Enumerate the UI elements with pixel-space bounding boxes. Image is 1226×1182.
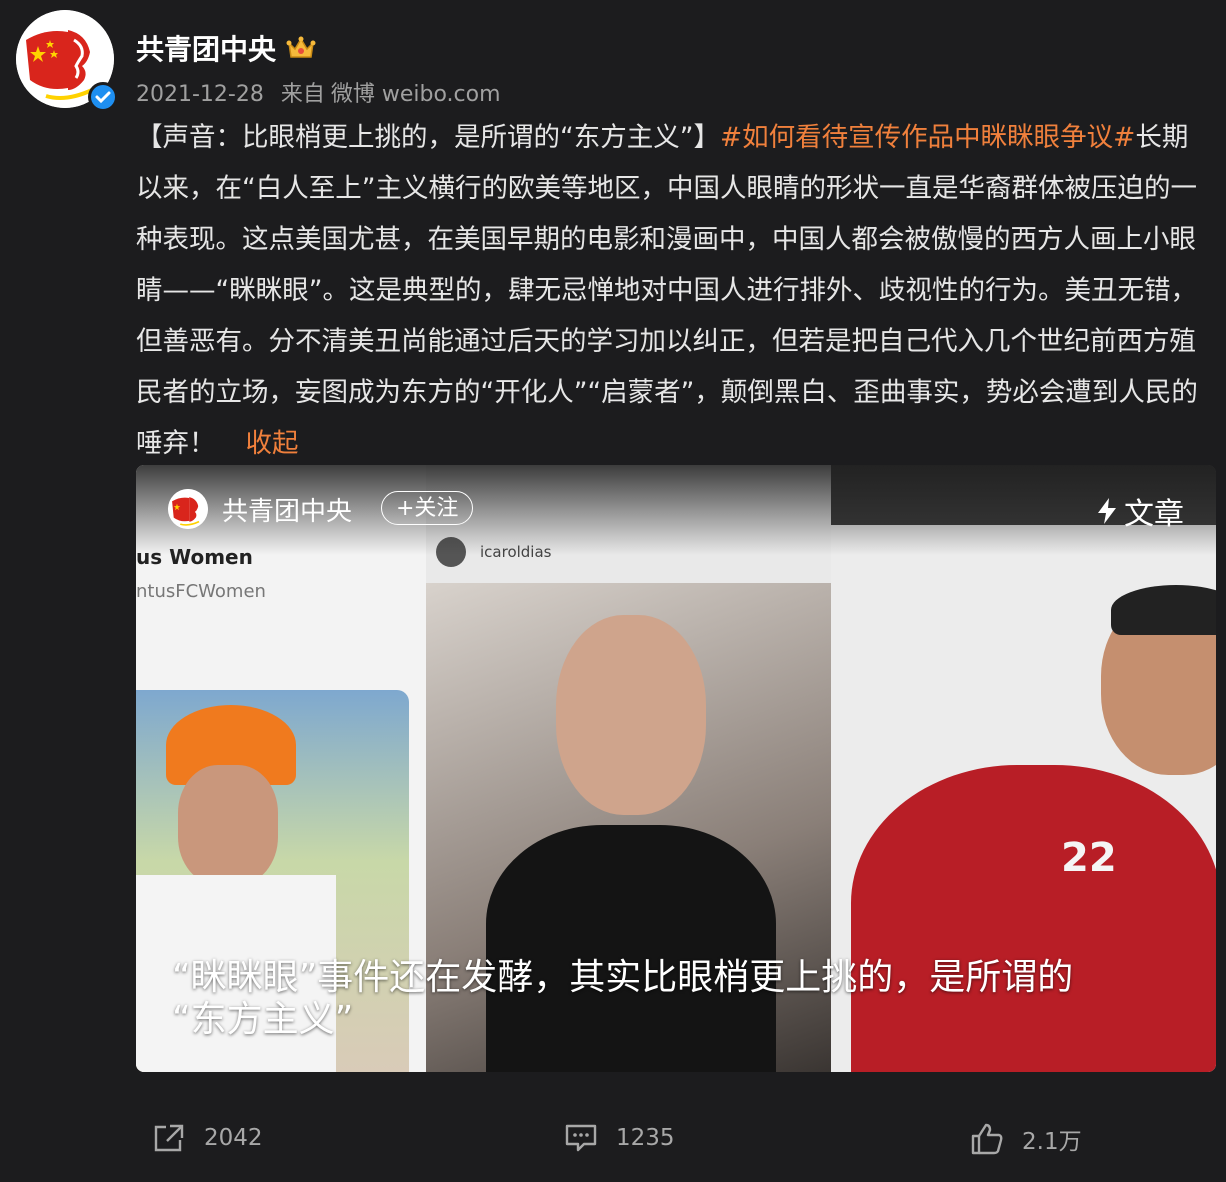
like-count: 2.1万 <box>1022 1129 1082 1155</box>
hashtag-link[interactable]: #如何看待宣传作品中眯眯眼争议# <box>720 122 1135 153</box>
share-icon <box>154 1124 184 1152</box>
like-icon <box>971 1123 1003 1155</box>
card-author-name[interactable]: 共青团中央 <box>222 491 352 528</box>
post-meta: 2021-12-28 来自 微博 weibo.com <box>136 76 501 108</box>
post-body: 【声音：比眼梢更上挑的，是所谓的“东方主义”】#如何看待宣传作品中眯眯眼争议#长… <box>136 112 1211 469</box>
verified-badge <box>88 82 118 112</box>
image-subhandle-left: ntusFCWomen <box>136 581 266 602</box>
author-name[interactable]: 共青团中央 <box>136 28 276 68</box>
article-title-line1: “眯眯眼”事件还在发酵，其实比眼梢更上挑的，是所谓的 <box>172 957 1074 998</box>
post-source: 微博 weibo.com <box>330 82 501 107</box>
article-title-line2: “东方主义” <box>172 999 354 1040</box>
like-button[interactable]: 2.1万 <box>970 1122 1082 1156</box>
jersey-number: 22 <box>1061 835 1117 881</box>
author-name-row: 共青团中央 <box>136 28 316 68</box>
post-date: 2021-12-28 <box>136 82 264 107</box>
comment-count: 1235 <box>616 1125 675 1151</box>
article-title: “眯眯眼”事件还在发酵，其实比眼梢更上挑的，是所谓的 “东方主义” <box>172 957 1192 1041</box>
post-text-main: 长期以来，在“白人至上”主义横行的欧美等地区，中国人眼睛的形状一直是华裔群体被压… <box>136 122 1198 459</box>
share-button[interactable]: 2042 <box>152 1122 263 1154</box>
verified-icon <box>95 91 111 104</box>
comment-button[interactable]: 1235 <box>564 1122 675 1154</box>
article-label: 文章 <box>1124 497 1184 532</box>
source-prefix: 来自 <box>280 82 325 107</box>
collapse-link[interactable]: 收起 <box>246 428 299 459</box>
post-header: 共青团中央 2021-12-28 来自 微博 weibo.com <box>16 10 1216 112</box>
lightning-icon <box>1098 498 1116 524</box>
article-card[interactable]: us Women ntusFCWomen icaroldias 22 共青团中央… <box>136 465 1216 1072</box>
card-author-avatar[interactable] <box>168 489 208 529</box>
avatar-logo-small-icon <box>168 489 208 529</box>
follow-button[interactable]: +关注 <box>381 491 474 525</box>
comment-icon <box>565 1124 597 1152</box>
article-tag[interactable]: 文章 <box>1096 489 1184 533</box>
share-count: 2042 <box>204 1125 263 1151</box>
action-bar: 2042 1235 2.1万 <box>136 1110 1216 1170</box>
post-text-intro: 【声音：比眼梢更上挑的，是所谓的“东方主义”】 <box>136 122 720 153</box>
crown-icon[interactable] <box>286 35 316 61</box>
